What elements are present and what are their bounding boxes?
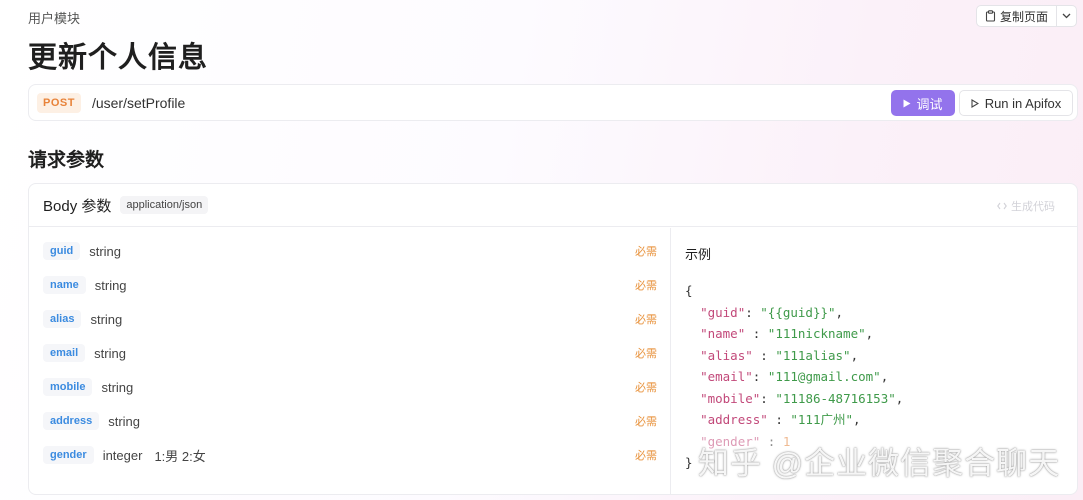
param-name: guid: [43, 242, 81, 260]
page-title: 更新个人信息: [28, 42, 209, 74]
params-list: guid string 必需 name string 必需 alias stri…: [29, 228, 670, 494]
param-row: mobile string 必需: [43, 376, 657, 398]
json-separator: :: [767, 412, 791, 427]
code-line: {: [685, 283, 693, 298]
param-type: string: [101, 379, 134, 395]
code-line: "guid": "{{guid}}",: [685, 302, 903, 324]
json-separator: :: [752, 369, 768, 384]
param-required: 必需: [635, 416, 657, 428]
json-value: "111@gmail.com": [767, 369, 881, 384]
json-separator: :: [760, 390, 776, 406]
param-required: 必需: [635, 246, 657, 258]
json-comma: ,: [850, 347, 859, 363]
param-required: 必需: [635, 280, 657, 292]
param-name: mobile: [43, 378, 93, 396]
generate-code-button[interactable]: 生成代码: [997, 198, 1055, 214]
run-in-apifox-button[interactable]: Run in Apifox: [959, 90, 1073, 116]
http-method-badge: POST: [37, 92, 81, 113]
play-outline-icon: [971, 98, 979, 108]
code-line: "mobile": "11186-48716153",: [685, 388, 903, 410]
section-title-request-params: 请求参数: [28, 150, 105, 171]
json-value: "111alias": [775, 347, 851, 363]
code-line: "email": "111@gmail.com",: [685, 366, 903, 388]
param-row: gender integer 1:男 2:女 必需: [43, 444, 657, 466]
json-comma: ,: [835, 304, 844, 320]
param-required: 必需: [635, 314, 657, 326]
json-separator: :: [745, 326, 768, 341]
param-name: email: [43, 344, 86, 362]
code-line: "name" : "111nickname",: [685, 323, 903, 345]
watermark: 知乎 @企业微信聚合聊天: [698, 446, 1061, 481]
param-type: string: [108, 413, 140, 429]
json-value: "11186-48716153": [775, 390, 896, 406]
json-key: "email": [700, 369, 753, 384]
example-title: 示例: [685, 247, 712, 262]
param-description: 1:男 2:女: [154, 448, 206, 464]
param-row: alias string 必需: [43, 308, 657, 330]
json-comma: ,: [880, 369, 889, 384]
body-params-header: Body 参数 application/json 生成代码: [29, 184, 1077, 227]
code-icon: [997, 202, 1007, 210]
breadcrumb[interactable]: 用户模块: [28, 8, 80, 27]
json-comma: ,: [865, 326, 874, 341]
param-name: name: [43, 276, 86, 294]
play-icon: [903, 99, 911, 107]
debug-button[interactable]: 调试: [891, 90, 955, 116]
param-type: string: [89, 243, 122, 259]
param-row: name string 必需: [43, 274, 657, 296]
param-row: guid string 必需: [43, 240, 657, 262]
param-name: gender: [43, 446, 94, 464]
param-row: address string 必需: [43, 410, 657, 432]
json-key: "name": [700, 326, 746, 341]
param-name: address: [43, 412, 100, 430]
copy-page-button[interactable]: 复制页面: [977, 6, 1056, 26]
param-row: email string 必需: [43, 342, 657, 364]
param-type: string: [94, 277, 127, 293]
code-line: "alias" : "111alias",: [685, 345, 903, 367]
param-type: integer: [102, 447, 143, 463]
json-separator: :: [745, 304, 761, 320]
json-separator: :: [752, 347, 776, 363]
endpoint-bar: POST /user/setProfile 调试 Run in Apifox: [28, 84, 1078, 121]
json-value: "111nickname": [767, 326, 866, 341]
generate-code-label: 生成代码: [1011, 201, 1055, 213]
chevron-down-icon: [1062, 13, 1071, 19]
body-params-title: Body 参数: [43, 197, 112, 215]
copy-page-label: 复制页面: [999, 9, 1048, 24]
param-required: 必需: [635, 348, 657, 360]
clipboard-icon: [985, 10, 996, 22]
endpoint-path: /user/setProfile: [91, 94, 186, 111]
json-key: "mobile": [700, 390, 761, 406]
param-type: string: [90, 311, 123, 327]
debug-label: 调试: [916, 96, 943, 112]
copy-page-dropdown[interactable]: [1056, 6, 1076, 26]
param-required: 必需: [635, 382, 657, 394]
json-value: "111广州": [790, 412, 854, 427]
json-value: "{{guid}}": [760, 304, 836, 320]
param-name: alias: [43, 310, 82, 328]
json-key: "address": [700, 412, 768, 427]
code-line: "address" : "111广州",: [685, 409, 903, 431]
json-key: "alias": [700, 347, 753, 363]
param-type: string: [94, 345, 126, 361]
copy-page-group: 复制页面: [975, 5, 1077, 27]
json-key: "guid": [700, 304, 746, 320]
param-required: 必需: [635, 450, 657, 462]
json-comma: ,: [853, 412, 861, 427]
run-in-apifox-label: Run in Apifox: [984, 95, 1062, 111]
content-type-badge: application/json: [120, 196, 209, 214]
json-comma: ,: [895, 390, 904, 406]
